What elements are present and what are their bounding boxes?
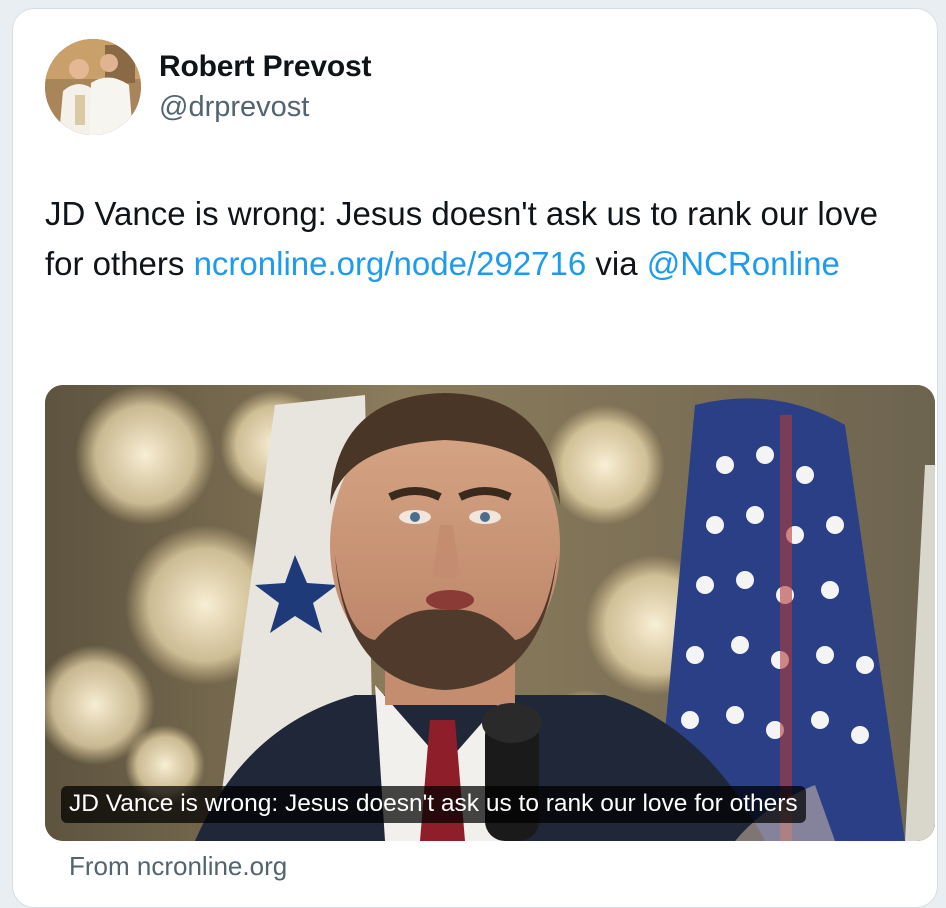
author-avatar[interactable] (45, 39, 141, 135)
author-handle[interactable]: @drprevost (159, 91, 309, 124)
tweet-mention[interactable]: @NCRonline (647, 245, 840, 282)
link-card-image[interactable]: JD Vance is wrong: Jesus doesn't ask us … (45, 385, 935, 841)
tweet-card[interactable]: Robert Prevost @drprevost JD Vance is wr… (12, 8, 938, 908)
author-name[interactable]: Robert Prevost (159, 50, 371, 84)
avatar-photo (45, 39, 141, 135)
link-card-headline: JD Vance is wrong: Jesus doesn't ask us … (61, 786, 806, 823)
tweet-link[interactable]: ncronline.org/node/292716 (194, 245, 587, 282)
tweet-text-via: via (586, 245, 647, 282)
link-card-source[interactable]: From ncronline.org (69, 851, 287, 882)
tweet-text: JD Vance is wrong: Jesus doesn't ask us … (45, 189, 905, 289)
article-photo (45, 385, 935, 841)
